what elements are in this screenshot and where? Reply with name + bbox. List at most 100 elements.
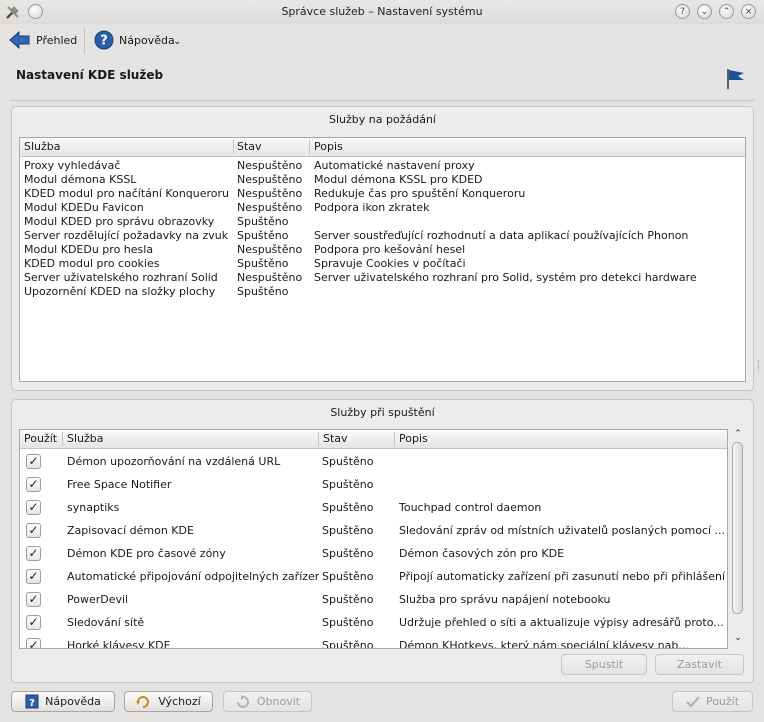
on-demand-group-title: Služby na požádání <box>329 113 436 126</box>
maximize-button[interactable]: ⌃ <box>719 4 734 19</box>
list-item[interactable]: Upozornění KDED na složky plochy Spuštěno <box>20 285 745 299</box>
table-row[interactable]: ✓ synaptiks Spuštěno Touchpad control daemo… <box>20 497 727 520</box>
table-row[interactable]: ✓ Zapisovací démon KDE Spuštěno Sledování z… <box>20 520 727 543</box>
service-status: Spuštěno <box>322 616 374 629</box>
list-item[interactable]: KDED modul pro cookies Spuštěno Spravuje C… <box>20 257 745 271</box>
column-header-description[interactable]: Popis <box>314 140 343 153</box>
enable-checkbox[interactable]: ✓ <box>26 592 41 607</box>
service-name: KDED modul pro cookies <box>24 257 160 270</box>
table-row[interactable]: ✓ Automatické připojování odpojitelných z… <box>20 566 727 589</box>
column-divider <box>394 432 395 446</box>
stop-service-button[interactable]: Zastavit <box>655 654 744 675</box>
table-row[interactable]: ✓ Sledování sítě Spuštěno Udržuje přehled o… <box>20 612 727 635</box>
column-header-status[interactable]: Stav <box>323 432 348 445</box>
window-title: Správce služeb – Nastavení systému <box>281 5 483 18</box>
enable-checkbox[interactable]: ✓ <box>26 500 41 515</box>
service-status: Spuštěno <box>322 593 374 606</box>
startup-services-list[interactable]: Použít Služba Stav Popis ✓ Démon upozorňo… <box>19 429 728 649</box>
service-status: Spuštěno <box>322 501 374 514</box>
reset-icon <box>236 694 249 708</box>
apply-button[interactable]: Použít <box>672 691 753 712</box>
resize-grip[interactable] <box>758 360 762 370</box>
list-item[interactable]: Server rozdělující požadavky na zvuk Spuš… <box>20 229 745 243</box>
back-arrow-icon <box>9 31 30 49</box>
service-description: Automatické nastavení proxy <box>314 159 475 172</box>
list-item[interactable]: Server uživatelského rozhraní Solid Nespu… <box>20 271 745 285</box>
service-name: Démon upozorňování na vzdálená URL <box>67 455 281 468</box>
help-window-button[interactable]: ? <box>675 4 690 19</box>
list-item[interactable]: Proxy vyhledávač Nespuštěno Automatické na… <box>20 159 745 173</box>
startup-list-scrollbar[interactable]: ⌃ ⌄ <box>731 428 745 646</box>
enable-checkbox[interactable]: ✓ <box>26 454 41 469</box>
scroll-down-icon[interactable]: ⌄ <box>731 632 745 644</box>
help-menu-button[interactable]: ? Nápověda <box>94 28 175 52</box>
column-header-description[interactable]: Popis <box>399 432 428 445</box>
service-status: Spuštěno <box>322 524 374 537</box>
help-label: Nápověda <box>119 33 175 47</box>
list-item[interactable]: KDED modul pro načítání Konqueroru Nespuš… <box>20 187 745 201</box>
service-description: Redukuje čas pro spuštění Konqueroru <box>314 187 526 200</box>
service-status: Spuštěno <box>237 257 289 270</box>
service-description: Server soustřeďující rozhodnutí a data a… <box>314 229 689 242</box>
column-header-service[interactable]: Služba <box>67 432 104 445</box>
list-item[interactable]: Modul KDED pro správu obrazovky Spuštěno <box>20 215 745 229</box>
enable-checkbox[interactable]: ✓ <box>26 615 41 630</box>
service-name: Modul démona KSSL <box>24 173 137 186</box>
service-status: Spuštěno <box>322 478 374 491</box>
service-status: Nespuštěno <box>237 271 303 284</box>
chevron-down-icon[interactable]: ⌄ <box>173 36 181 47</box>
on-demand-services-list[interactable]: Služba Stav Popis Proxy vyhledávač Nespuš… <box>19 137 746 382</box>
list-item[interactable]: Modul démona KSSL Nespuštěno Modul démona … <box>20 173 745 187</box>
service-status: Spuštěno <box>322 455 374 468</box>
enable-checkbox[interactable]: ✓ <box>26 523 41 538</box>
enable-checkbox[interactable]: ✓ <box>26 477 41 492</box>
close-button[interactable]: × <box>741 4 756 19</box>
service-description: Démon časových zón pro KDE <box>399 547 565 560</box>
help-button[interactable]: ? Nápověda <box>11 691 115 712</box>
scroll-up-icon[interactable]: ⌃ <box>731 428 745 440</box>
overview-button[interactable]: Přehled <box>9 28 77 52</box>
list-item[interactable]: Modul KDEDu pro hesla Nespuštěno Podpora p… <box>20 243 745 257</box>
service-status: Nespuštěno <box>237 243 303 256</box>
service-status: Nespuštěno <box>237 159 303 172</box>
service-name: synaptiks <box>67 501 120 514</box>
service-description: Podpora ikon zkratek <box>314 201 430 214</box>
scrollbar-track[interactable] <box>731 442 745 632</box>
help-icon: ? <box>94 30 114 50</box>
svg-text:?: ? <box>100 34 108 49</box>
list-item[interactable]: Modul KDEDu Favicon Nespuštěno Podpora iko… <box>20 201 745 215</box>
scrollbar-thumb[interactable] <box>732 442 743 614</box>
on-demand-list-header: Služba Stav Popis <box>20 138 745 157</box>
service-status: Nespuštěno <box>237 173 303 186</box>
enable-checkbox[interactable]: ✓ <box>26 638 41 648</box>
service-name: Server uživatelského rozhraní Solid <box>24 271 218 284</box>
window-titlebar[interactable]: Správce služeb – Nastavení systému ? ⌄ ⌃… <box>0 0 764 24</box>
start-service-button[interactable]: Spustit <box>561 654 647 675</box>
apply-button-label: Použít <box>705 695 740 708</box>
on-demand-services-group: Služby na požádání Služba Stav Popis Pro… <box>11 106 754 391</box>
service-description: Spravuje Cookies v počítači <box>314 257 466 270</box>
service-status: Spuštěno <box>322 639 374 649</box>
column-header-service[interactable]: Služba <box>24 140 61 153</box>
enable-checkbox[interactable]: ✓ <box>26 569 41 584</box>
defaults-icon <box>136 695 150 708</box>
table-row[interactable]: ✓ PowerDevil Spuštěno Služba pro správu nap… <box>20 589 727 612</box>
reset-button[interactable]: Obnovit <box>223 691 312 712</box>
column-divider <box>233 140 234 154</box>
service-name: Modul KDED pro správu obrazovky <box>24 215 215 228</box>
table-row[interactable]: ✓ Free Space Notifier Spuštěno <box>20 474 727 497</box>
service-description: Podpora pro kešování hesel <box>314 243 466 256</box>
table-row[interactable]: ✓ Démon upozorňování na vzdálená URL Spušt… <box>20 451 727 474</box>
header-divider <box>10 100 754 101</box>
minimize-button[interactable]: ⌄ <box>697 4 712 19</box>
enable-checkbox[interactable]: ✓ <box>26 546 41 561</box>
table-row[interactable]: ✓ Démon KDE pro časové zóny Spuštěno Démon … <box>20 543 727 566</box>
column-header-status[interactable]: Stav <box>237 140 262 153</box>
service-name: Modul KDEDu Favicon <box>24 201 144 214</box>
defaults-button[interactable]: Výchozí <box>124 691 213 712</box>
startup-group-title: Služby při spuštění <box>330 406 435 419</box>
table-row[interactable]: ✓ Horké klávesy KDE Spuštěno Démon KHotkeys… <box>20 635 727 649</box>
column-header-use[interactable]: Použít <box>24 432 57 445</box>
service-description: Sledování zpráv od místních uživatelů po… <box>399 524 725 537</box>
column-divider <box>318 432 319 446</box>
